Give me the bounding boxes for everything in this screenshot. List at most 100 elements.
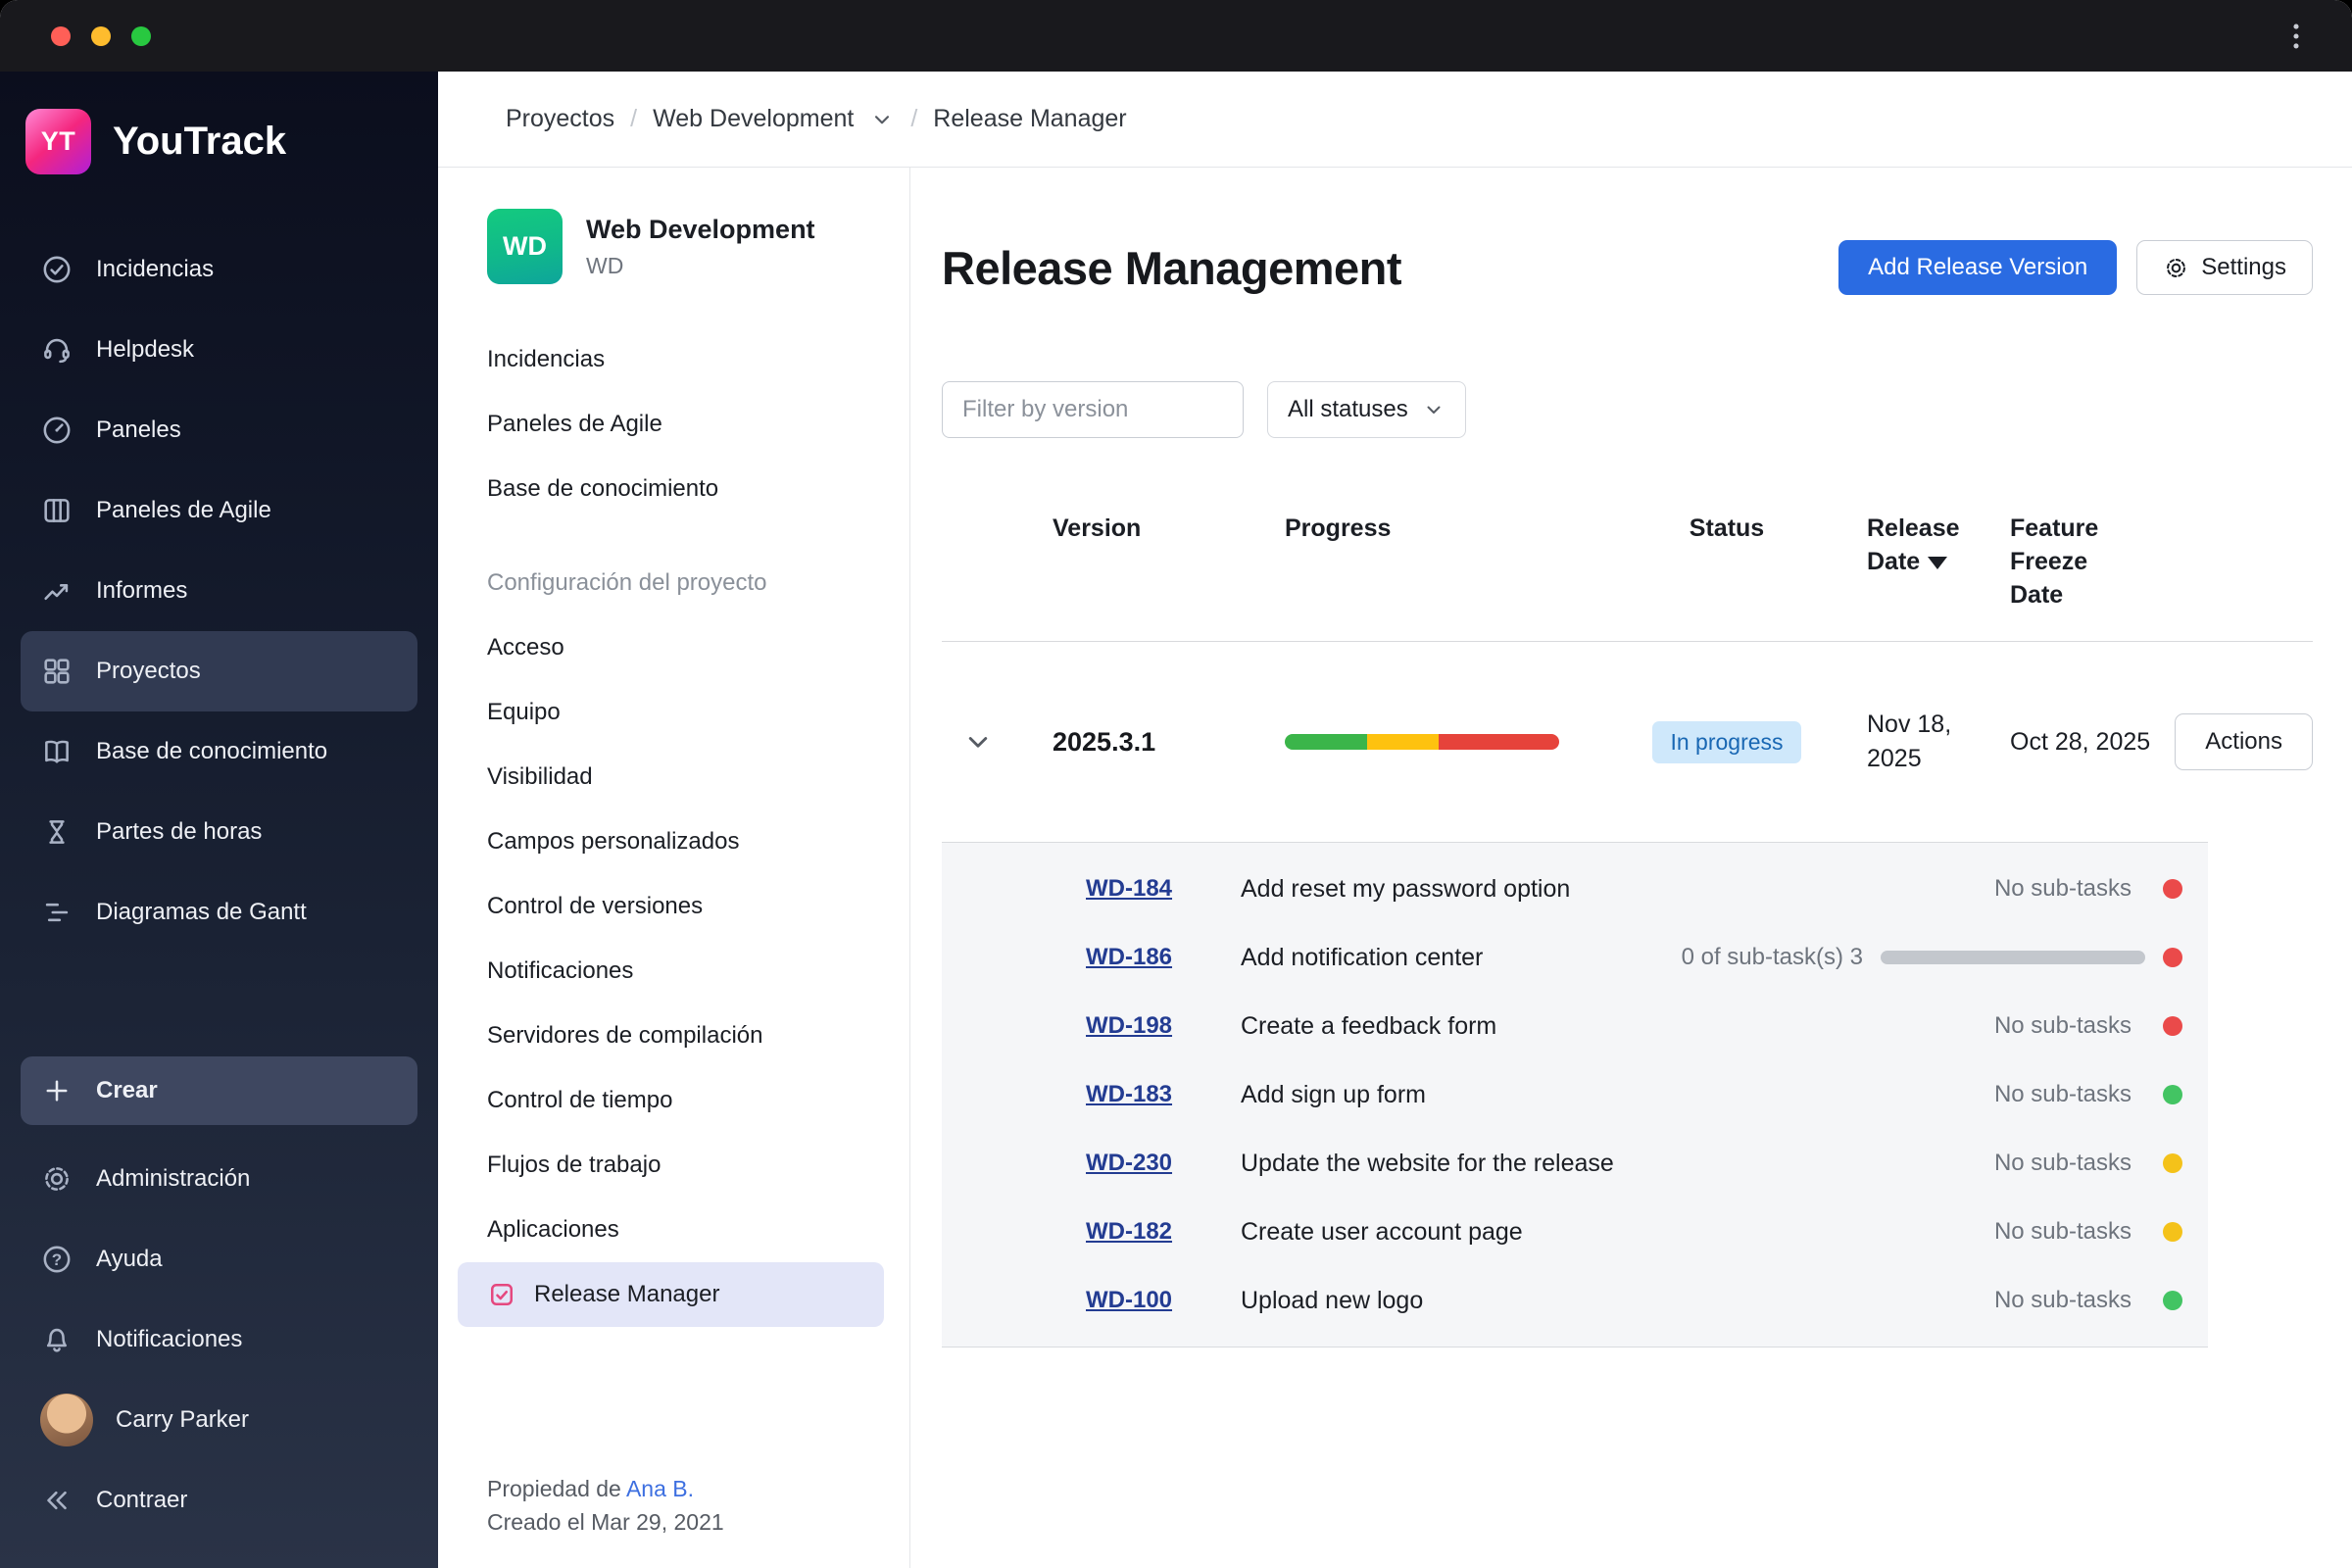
issue-link[interactable]: WD-100 [1086, 1287, 1241, 1314]
column-header-status: Status [1689, 514, 1765, 542]
book-icon [40, 735, 74, 768]
collapse-row-chevron-icon[interactable] [961, 725, 995, 759]
youtrack-logo-icon: YT [25, 109, 91, 174]
sidebar-item-proyectos[interactable]: Proyectos [21, 631, 417, 711]
project-nav-campos-personalizados[interactable]: Campos personalizados [438, 809, 909, 874]
issue-link[interactable]: WD-183 [1086, 1081, 1241, 1108]
release-progress-bar [1285, 734, 1559, 751]
page-title: Release Management [942, 241, 1402, 294]
minimize-window-button[interactable] [91, 25, 111, 46]
status-dot [2163, 1016, 2182, 1037]
actions-button[interactable]: Actions [2175, 713, 2313, 771]
subtask-count: No sub-tasks [1993, 1150, 2132, 1177]
project-nav-visibilidad[interactable]: Visibilidad [438, 745, 909, 809]
close-window-button[interactable] [51, 25, 71, 46]
agile-board-icon [40, 494, 74, 527]
grid-icon [40, 655, 74, 688]
release-date-value: Nov 18, 2025 [1867, 710, 1952, 773]
project-name: Web Development [586, 215, 815, 245]
sort-desc-icon [1928, 556, 1948, 569]
sidebar-item-informes[interactable]: Informes [21, 551, 417, 631]
status-filter-select[interactable]: All statuses [1267, 381, 1466, 438]
sidebar-item-helpdesk[interactable]: Helpdesk [21, 310, 417, 390]
chevron-down-icon [1422, 398, 1446, 421]
project-nav-control-versiones[interactable]: Control de versiones [438, 874, 909, 939]
sidebar-item-base-conocimiento[interactable]: Base de conocimiento [21, 711, 417, 792]
sidebar-item-paneles-agile[interactable]: Paneles de Agile [21, 470, 417, 551]
progress-segment-green [1285, 734, 1367, 751]
collapse-sidebar-button[interactable]: Contraer [21, 1460, 417, 1541]
project-nav-flujos-trabajo[interactable]: Flujos de trabajo [438, 1133, 909, 1198]
breadcrumb-project[interactable]: Web Development [653, 105, 854, 133]
subtask-progress-bar [1881, 951, 2145, 965]
issue-link[interactable]: WD-230 [1086, 1150, 1241, 1177]
project-nav-equipo[interactable]: Equipo [438, 680, 909, 745]
zoom-window-button[interactable] [131, 25, 151, 46]
main-content: Release Management Add Release Version S… [910, 168, 2352, 1568]
subtask-count: No sub-tasks [1993, 1081, 2132, 1108]
subtask-count: No sub-tasks [1993, 1287, 2132, 1314]
issue-title: Create user account page [1241, 1217, 1523, 1246]
help-circle-icon: ? [40, 1243, 74, 1276]
settings-button[interactable]: Settings [2136, 240, 2313, 295]
project-footer: Propiedad de Ana B. Creado el Mar 29, 20… [438, 1473, 909, 1539]
headset-icon [40, 333, 74, 367]
subtask-count: No sub-tasks [1993, 1218, 2132, 1246]
status-dot [2163, 1153, 2182, 1174]
sidebar-item-gantt[interactable]: Diagramas de Gantt [21, 872, 417, 953]
project-nav-acceso[interactable]: Acceso [438, 615, 909, 680]
youtrack-logo[interactable]: YT YouTrack [0, 109, 438, 174]
issue-link[interactable]: WD-182 [1086, 1218, 1241, 1246]
svg-text:?: ? [52, 1250, 62, 1269]
progress-segment-red [1438, 734, 1559, 751]
issue-link[interactable]: WD-184 [1086, 875, 1241, 903]
plus-icon [40, 1074, 74, 1107]
sidebar-item-partes-horas[interactable]: Partes de horas [21, 792, 417, 872]
sidebar-item-administracion[interactable]: Administración [21, 1139, 417, 1219]
gear-icon [2163, 255, 2189, 281]
subtask-row: WD-184 Add reset my password option No s… [942, 855, 2208, 923]
project-nav-paneles-agile[interactable]: Paneles de Agile [438, 392, 909, 457]
window-kebab-menu-icon[interactable] [2279, 20, 2313, 53]
issue-title: Add reset my password option [1241, 874, 1571, 903]
checkbox-check-icon [487, 1280, 516, 1309]
project-nav-servidores-compilacion[interactable]: Servidores de compilación [438, 1004, 909, 1068]
subtask-row: WD-230 Update the website for the releas… [942, 1129, 2208, 1198]
project-nav-aplicaciones[interactable]: Aplicaciones [438, 1198, 909, 1262]
traffic-lights [51, 25, 151, 46]
issue-link[interactable]: WD-198 [1086, 1012, 1241, 1040]
release-version: 2025.3.1 [1053, 726, 1156, 757]
project-nav-release-manager[interactable]: Release Manager [458, 1262, 884, 1327]
subtask-count: 0 of sub-task(s) 3 [1681, 944, 1863, 971]
subtask-row: WD-198 Create a feedback form No sub-tas… [942, 992, 2208, 1060]
filter-by-version-input[interactable] [942, 381, 1244, 438]
sidebar-item-notificaciones[interactable]: Notificaciones [21, 1299, 417, 1380]
subtask-count: No sub-tasks [1993, 1012, 2132, 1040]
column-header-release-date[interactable]: Release Date [1849, 513, 1980, 579]
column-header-feature-freeze-date: Feature Freeze Date [2010, 514, 2099, 609]
sidebar-item-incidencias[interactable]: Incidencias [21, 229, 417, 310]
user-name: Carry Parker [116, 1406, 250, 1433]
issue-title: Update the website for the release [1241, 1149, 1614, 1177]
breadcrumb-proyectos[interactable]: Proyectos [506, 105, 614, 133]
release-row: 2025.3.1 In progress Nov 18, 2025 Oct 28… [942, 642, 2313, 842]
create-button[interactable]: Crear [21, 1056, 417, 1125]
project-nav-incidencias[interactable]: Incidencias [438, 327, 909, 392]
project-nav-base-conocimiento[interactable]: Base de conocimiento [438, 457, 909, 521]
issue-title: Add sign up form [1241, 1080, 1426, 1108]
sidebar-item-paneles[interactable]: Paneles [21, 390, 417, 470]
issue-link[interactable]: WD-186 [1086, 944, 1241, 971]
add-release-version-button[interactable]: Add Release Version [1838, 240, 2118, 295]
project-nav-notificaciones[interactable]: Notificaciones [438, 939, 909, 1004]
user-menu[interactable]: Carry Parker [21, 1380, 417, 1460]
breadcrumb-release-manager[interactable]: Release Manager [933, 105, 1126, 133]
release-table: Version Progress Status Release Date Fea… [942, 487, 2313, 1348]
project-key: WD [586, 252, 624, 278]
created-date: Creado el Mar 29, 2021 [487, 1508, 724, 1535]
sidebar-item-ayuda[interactable]: ? Ayuda [21, 1219, 417, 1299]
owner-link[interactable]: Ana B. [626, 1476, 694, 1501]
project-avatar: WD [487, 209, 563, 284]
chevron-down-icon[interactable] [869, 107, 895, 132]
project-nav-control-tiempo[interactable]: Control de tiempo [438, 1068, 909, 1133]
